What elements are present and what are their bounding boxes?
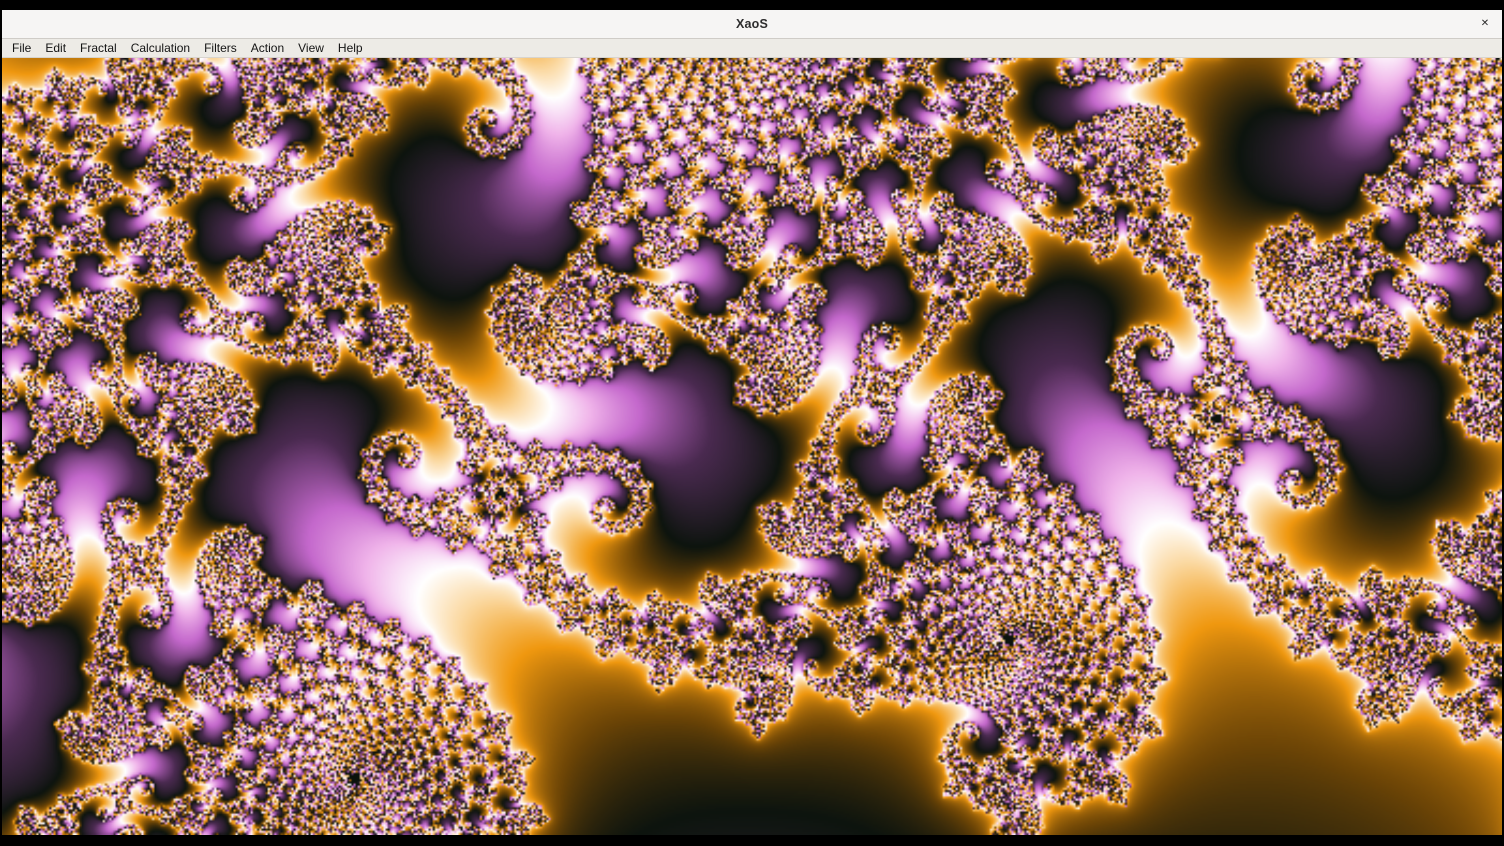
menu-item-help[interactable]: Help (331, 39, 370, 57)
menu-item-edit[interactable]: Edit (38, 39, 73, 57)
xaos-window: XaoS ✕ File Edit Fractal Calculation Fil… (2, 10, 1502, 835)
menu-item-calculation[interactable]: Calculation (124, 39, 197, 57)
menu-item-fractal[interactable]: Fractal (73, 39, 124, 57)
titlebar: XaoS ✕ (2, 10, 1502, 39)
menubar: File Edit Fractal Calculation Filters Ac… (2, 39, 1502, 58)
close-icon[interactable]: ✕ (1476, 15, 1494, 33)
window-title: XaoS (736, 17, 768, 31)
menu-item-filters[interactable]: Filters (197, 39, 244, 57)
menu-item-view[interactable]: View (291, 39, 331, 57)
fractal-view (2, 58, 1502, 835)
menu-item-file[interactable]: File (5, 39, 38, 57)
fractal-canvas[interactable] (2, 58, 1502, 835)
menu-item-action[interactable]: Action (244, 39, 291, 57)
